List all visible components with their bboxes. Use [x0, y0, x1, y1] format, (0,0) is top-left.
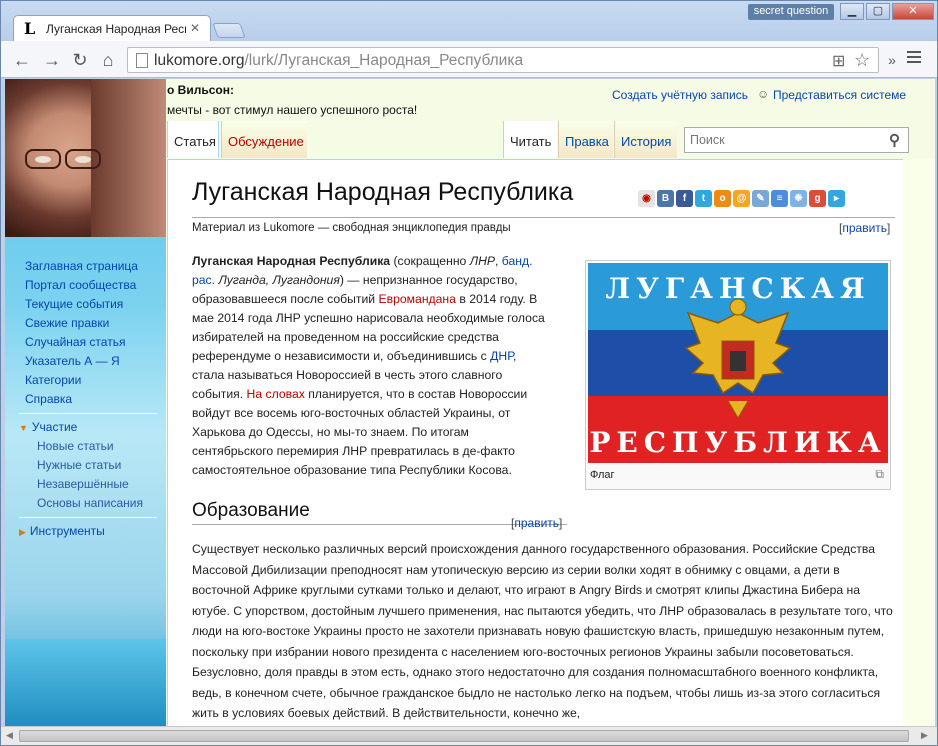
browser-tab[interactable]: L Луганская Народная Респ ✕	[13, 15, 211, 42]
blogger-icon[interactable]: ❉	[790, 190, 807, 207]
participation-toggle[interactable]: ▼ Участие	[19, 420, 77, 434]
browser-window: L Луганская Народная Респ ✕ secret quest…	[0, 0, 938, 746]
nav-community-portal[interactable]: Портал сообщества	[25, 278, 136, 292]
nav-help[interactable]: Справка	[25, 392, 72, 406]
close-window-button[interactable]: ✕	[892, 3, 934, 20]
facebook-icon[interactable]: f	[676, 190, 693, 207]
page-icon	[136, 53, 148, 68]
dnr-link[interactable]: ДНР	[490, 349, 513, 363]
article-content: Луганская Народная Республика ◉ Bf t o @ ✎ ≡ ❉ g…	[167, 159, 903, 726]
login-link[interactable]: Представиться системе	[773, 88, 906, 102]
maximize-button[interactable]: ▢	[866, 3, 890, 20]
vk-icon[interactable]: B	[657, 190, 674, 207]
reload-icon[interactable]: ↻	[69, 49, 91, 71]
address-bar[interactable]: lukomore.org/lurk/Луганская_Народная_Рес…	[127, 47, 879, 73]
sidebar: Заглавная страница Портал сообщества Тек…	[5, 79, 166, 726]
nav-current-events[interactable]: Текущие события	[25, 297, 123, 311]
nav-random-article[interactable]: Случайная статья	[25, 335, 125, 349]
quote-author: о Вильсон:	[167, 83, 234, 97]
scrollbar-thumb[interactable]	[19, 730, 909, 742]
bookmark-star-icon[interactable]: ☆	[854, 50, 870, 71]
menu-icon[interactable]	[907, 51, 921, 66]
logo-portrait[interactable]	[5, 79, 166, 237]
share-icon[interactable]: ◉	[638, 190, 655, 207]
nav-new-articles[interactable]: Новые статьи	[37, 439, 114, 453]
extension-icon[interactable]: »	[881, 49, 903, 71]
close-tab-icon[interactable]: ✕	[190, 21, 200, 35]
back-icon[interactable]: ←	[11, 49, 33, 71]
nav-index[interactable]: Указатель А — Я	[25, 354, 120, 368]
home-icon[interactable]: ⌂	[97, 49, 119, 71]
tab-title: Луганская Народная Респ	[46, 22, 186, 36]
forward-icon[interactable]: →	[41, 49, 63, 71]
nav-wanted-articles[interactable]: Нужные статьи	[37, 458, 121, 472]
tools-toggle[interactable]: ▶ Инструменты	[19, 524, 105, 538]
lead-paragraph: Луганская Народная Республика (сокращенн…	[192, 254, 545, 477]
eagle-emblem-icon	[684, 298, 792, 419]
odnoklassniki-icon[interactable]: o	[714, 190, 731, 207]
delicious-icon[interactable]: ▸	[828, 190, 845, 207]
flag-thumbnail: ЛУГАНСКАЯ РЕСПУБЛИКА Флаг ⧉	[585, 260, 891, 490]
search-icon[interactable]: ⚲	[889, 131, 900, 149]
search-placeholder: Поиск	[690, 133, 725, 147]
article-subtitle: Материал из Lukomore — свободная энцикло…	[192, 217, 895, 234]
tab-article[interactable]: Статья	[167, 121, 219, 158]
horizontal-scrollbar[interactable]: ◀ ▶	[1, 726, 937, 745]
section-body: Существует несколько различных версий пр…	[192, 542, 893, 720]
edit-page-link[interactable]: [править]	[839, 221, 890, 235]
quote-text: мечты - вот стимул нашего успешного рост…	[167, 103, 418, 117]
nav-categories[interactable]: Категории	[25, 373, 81, 387]
expand-triangle-icon: ▼	[19, 423, 28, 433]
collapsed-triangle-icon: ▶	[19, 527, 26, 537]
nav-recent-changes[interactable]: Свежие правки	[25, 316, 109, 330]
nav-writing-basics[interactable]: Основы написания	[37, 496, 143, 510]
share-icons: ◉ Bf t o @ ✎ ≡ ❉ g ▸	[638, 188, 847, 207]
edit-section-link[interactable]: [править]	[511, 516, 562, 530]
liveinternet-icon[interactable]: ≡	[771, 190, 788, 207]
image-caption: Флаг	[590, 469, 615, 481]
nav-main-page[interactable]: Заглавная страница	[25, 259, 138, 273]
nav-unfinished[interactable]: Незавершённые	[37, 477, 129, 491]
flag-bottom-text: РЕСПУБЛИКА	[589, 426, 887, 459]
scroll-left-icon[interactable]: ◀	[6, 730, 13, 741]
sidebar-nav: Заглавная страница Портал сообщества Тек…	[5, 237, 166, 726]
minimize-button[interactable]: ▁	[840, 3, 864, 20]
search-input[interactable]: Поиск ⚲	[684, 127, 909, 153]
site-favicon: L	[24, 19, 36, 38]
tab-read[interactable]: Читать	[503, 121, 557, 158]
tab-talk[interactable]: Обсуждение	[221, 121, 307, 158]
new-tab-button[interactable]	[212, 23, 246, 38]
on-words-link[interactable]: На словах	[247, 387, 305, 401]
tab-edit[interactable]: Правка	[558, 121, 613, 158]
create-account-link[interactable]: Создать учётную запись	[612, 88, 748, 102]
twitter-icon[interactable]: t	[695, 190, 712, 207]
scroll-right-icon[interactable]: ▶	[921, 730, 928, 741]
euromandan-link[interactable]: Евромандана	[379, 292, 456, 306]
livejournal-icon[interactable]: ✎	[752, 190, 769, 207]
translate-icon[interactable]: ⊞	[832, 51, 845, 71]
flag-image[interactable]: ЛУГАНСКАЯ РЕСПУБЛИКА	[588, 263, 888, 463]
google-plus-icon[interactable]: g	[809, 190, 826, 207]
page-title: Луганская Народная Республика	[192, 178, 574, 206]
web-page: Заглавная страница Портал сообщества Тек…	[5, 79, 935, 726]
tab-strip: L Луганская Народная Респ ✕ secret quest…	[1, 1, 937, 42]
mailru-icon[interactable]: @	[733, 190, 750, 207]
browser-toolbar: ← → ↻ ⌂ lukomore.org/lurk/Луганская_Наро…	[1, 41, 937, 78]
enlarge-icon[interactable]: ⧉	[875, 467, 884, 482]
user-icon: ☺	[757, 87, 770, 101]
secret-question-button[interactable]: secret question	[748, 4, 834, 20]
tab-history[interactable]: История	[614, 121, 677, 158]
url-text[interactable]: lukomore.org/lurk/Луганская_Народная_Рес…	[154, 52, 523, 70]
